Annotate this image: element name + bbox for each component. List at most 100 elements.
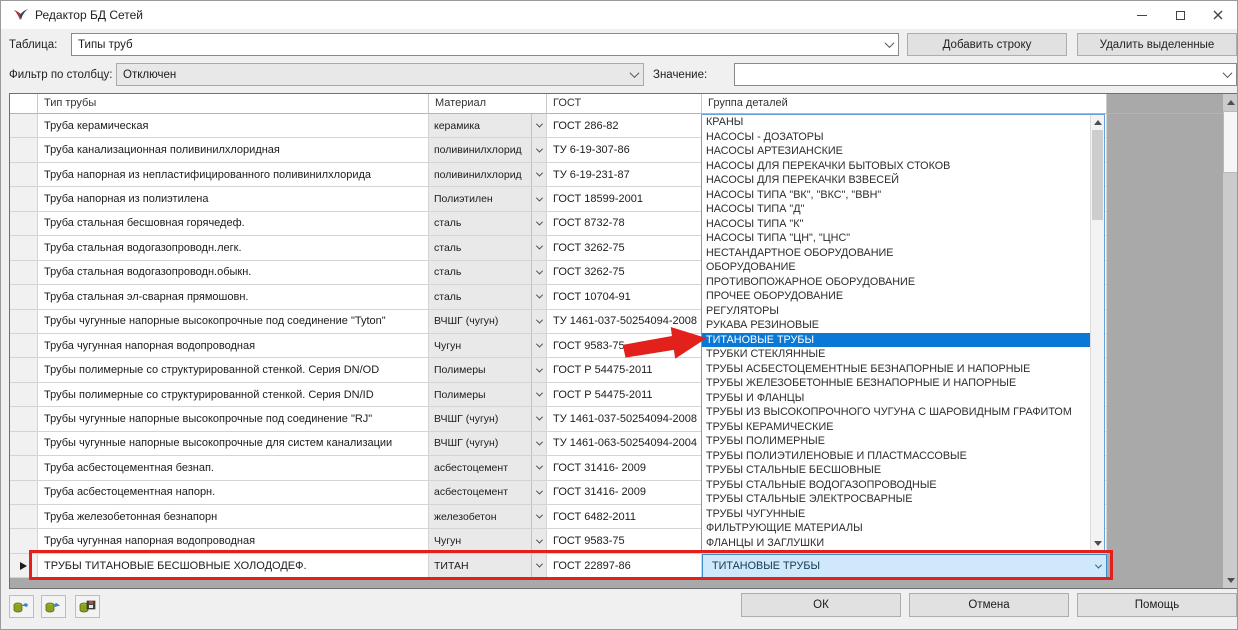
scroll-down-icon[interactable] [1091, 536, 1104, 550]
cell-gost[interactable]: ГОСТ 6482-2011 [547, 505, 702, 530]
cell-material[interactable]: асбестоцемент [429, 456, 547, 481]
group-option[interactable]: ТРУБЫ И ФЛАНЦЫ [702, 391, 1090, 406]
cell-gost[interactable]: ТУ 6-19-307-86 [547, 138, 702, 163]
chevron-down-icon[interactable] [625, 64, 643, 85]
cell-type[interactable]: Труба напорная из непластифицированного … [38, 162, 429, 188]
group-option[interactable]: ТРУБЫ СТАЛЬНЫЕ БЕСШОВНЫЕ [702, 463, 1090, 478]
cell-gost[interactable]: ТУ 1461-037-50254094-2008 [547, 407, 702, 432]
group-option[interactable]: НАСОСЫ ТИПА "Д" [702, 202, 1090, 217]
chevron-down-icon[interactable] [531, 211, 546, 236]
cell-type[interactable]: Труба чугунная напорная водопроводная [38, 333, 429, 359]
add-row-button[interactable]: Добавить строку [907, 33, 1067, 56]
cell-material[interactable]: сталь [429, 260, 547, 286]
cell-type[interactable]: Труба асбестоцементная напорн. [38, 480, 429, 505]
db-undo-icon[interactable] [9, 595, 34, 618]
cell-type[interactable]: Труба железобетонная безнапорн [38, 505, 429, 530]
row-marker[interactable] [10, 138, 38, 163]
cell-material[interactable]: сталь [429, 285, 547, 310]
cell-gost[interactable]: ГОСТ 3262-75 [547, 236, 702, 261]
group-option[interactable]: ТРУБЫ ПОЛИЭТИЛЕНОВЫЕ И ПЛАСТМАССОВЫЕ [702, 449, 1090, 464]
group-option[interactable]: НАСОСЫ ДЛЯ ПЕРЕКАЧКИ БЫТОВЫХ СТОКОВ [702, 159, 1090, 174]
cell-material[interactable]: ВЧШГ (чугун) [429, 407, 547, 432]
row-marker[interactable] [10, 114, 38, 139]
group-option[interactable]: ФЛАНЦЫ И ЗАГЛУШКИ [702, 536, 1090, 550]
chevron-down-icon[interactable] [531, 285, 546, 309]
row-marker[interactable] [10, 211, 38, 237]
group-option[interactable]: ТРУБЫ ЖЕЛЕЗОБЕТОННЫЕ БЕЗНАПОРНЫЕ И НАПОР… [702, 376, 1090, 391]
minimize-icon[interactable] [1123, 1, 1161, 29]
row-marker[interactable] [10, 309, 38, 334]
cell-gost[interactable]: ГОСТ 3262-75 [547, 260, 702, 286]
chevron-down-icon[interactable] [1218, 64, 1236, 85]
delete-selected-button[interactable]: Удалить выделенные [1077, 33, 1237, 56]
cell-type[interactable]: Трубы чугунные напорные высокопрочные по… [38, 309, 429, 334]
cell-gost[interactable]: ГОСТ 8732-78 [547, 211, 702, 237]
cell-material[interactable]: железобетон [429, 505, 547, 530]
group-option[interactable]: ТРУБЫ КЕРАМИЧЕСКИЕ [702, 420, 1090, 435]
cell-type[interactable]: Трубы чугунные напорные высокопрочные дл… [38, 431, 429, 457]
value-input[interactable] [734, 63, 1237, 86]
row-marker[interactable] [10, 236, 38, 261]
cell-material[interactable]: Полимеры [429, 358, 547, 383]
chevron-down-icon[interactable] [531, 138, 546, 162]
scrollbar-thumb[interactable] [1092, 130, 1103, 220]
cell-material[interactable]: ВЧШГ (чугун) [429, 309, 547, 334]
filter-select[interactable]: Отключен [116, 63, 644, 86]
close-icon[interactable] [1199, 1, 1237, 29]
group-option[interactable]: ФИЛЬТРУЮЩИЕ МАТЕРИАЛЫ [702, 521, 1090, 536]
group-option[interactable]: НАСОСЫ ТИПА "ВК", "ВКС", "ВВН" [702, 188, 1090, 203]
cell-type[interactable]: Труба стальная эл-сварная прямошовн. [38, 285, 429, 310]
cell-gost[interactable]: ГОСТ 286-82 [547, 114, 702, 139]
row-marker[interactable] [10, 187, 38, 212]
scroll-down-icon[interactable] [1223, 572, 1237, 588]
cell-type[interactable]: Трубы полимерные со структурированной ст… [38, 382, 429, 408]
cell-gost[interactable]: ГОСТ 31416- 2009 [547, 456, 702, 481]
chevron-down-icon[interactable] [531, 407, 546, 431]
cell-material[interactable]: Полиэтилен [429, 187, 547, 212]
grid-scrollbar[interactable] [1223, 94, 1237, 588]
chevron-down-icon[interactable] [531, 505, 546, 529]
row-marker[interactable] [10, 382, 38, 408]
group-option[interactable]: ТРУБЫ ПОЛИМЕРНЫЕ [702, 434, 1090, 449]
cell-type[interactable]: Труба стальная водогазопроводн.обыкн. [38, 260, 429, 286]
chevron-down-icon[interactable] [531, 358, 546, 382]
chevron-down-icon[interactable] [531, 456, 546, 480]
cell-type[interactable]: Труба стальная бесшовная горячедеф. [38, 211, 429, 237]
group-option[interactable]: ПРОТИВОПОЖАРНОЕ ОБОРУДОВАНИЕ [702, 275, 1090, 290]
cell-material[interactable]: поливинилхлорид [429, 138, 547, 163]
cell-type[interactable]: Труба керамическая [38, 114, 429, 139]
chevron-down-icon[interactable] [531, 114, 546, 138]
row-marker[interactable] [10, 260, 38, 286]
chevron-down-icon[interactable] [531, 260, 546, 285]
cell-gost[interactable]: ГОСТ Р 54475-2011 [547, 382, 702, 408]
scroll-up-icon[interactable] [1223, 94, 1237, 110]
header-material[interactable]: Материал [429, 94, 547, 114]
cell-type[interactable]: Труба канализационная поливинилхлоридная [38, 138, 429, 163]
chevron-down-icon[interactable] [531, 333, 546, 358]
row-marker[interactable] [10, 162, 38, 188]
chevron-down-icon[interactable] [531, 162, 546, 187]
group-option[interactable]: НАСОСЫ ТИПА "К" [702, 217, 1090, 232]
cell-material[interactable]: Чугун [429, 333, 547, 359]
row-marker[interactable] [10, 285, 38, 310]
group-option[interactable]: РУКАВА РЕЗИНОВЫЕ [702, 318, 1090, 333]
cell-material[interactable]: поливинилхлорид [429, 162, 547, 188]
maximize-icon[interactable] [1161, 1, 1199, 29]
cell-gost[interactable]: ГОСТ 18599-2001 [547, 187, 702, 212]
cancel-button[interactable]: Отмена [909, 593, 1069, 617]
cell-gost[interactable]: ГОСТ 10704-91 [547, 285, 702, 310]
row-marker[interactable] [10, 358, 38, 383]
chevron-down-icon[interactable] [531, 382, 546, 407]
group-option[interactable]: ТРУБЫ АСБЕСТОЦЕМЕНТНЫЕ БЕЗНАПОРНЫЕ И НАП… [702, 362, 1090, 377]
cell-gost[interactable]: ТУ 1461-063-50254094-2004 [547, 431, 702, 457]
chevron-down-icon[interactable] [531, 431, 546, 456]
group-option[interactable]: НАСОСЫ АРТЕЗИАНСКИЕ [702, 144, 1090, 159]
db-save-icon[interactable] [75, 595, 100, 618]
cell-material[interactable]: керамика [429, 114, 547, 139]
group-option[interactable]: ТИТАНОВЫЕ ТРУБЫ [702, 332, 1090, 348]
group-option[interactable]: ТРУБЫ СТАЛЬНЫЕ ЭЛЕКТРОСВАРНЫЕ [702, 492, 1090, 507]
db-redo-icon[interactable] [41, 595, 66, 618]
cell-gost[interactable]: ГОСТ 31416- 2009 [547, 480, 702, 505]
chevron-down-icon[interactable] [880, 34, 898, 55]
chevron-down-icon[interactable] [531, 480, 546, 504]
